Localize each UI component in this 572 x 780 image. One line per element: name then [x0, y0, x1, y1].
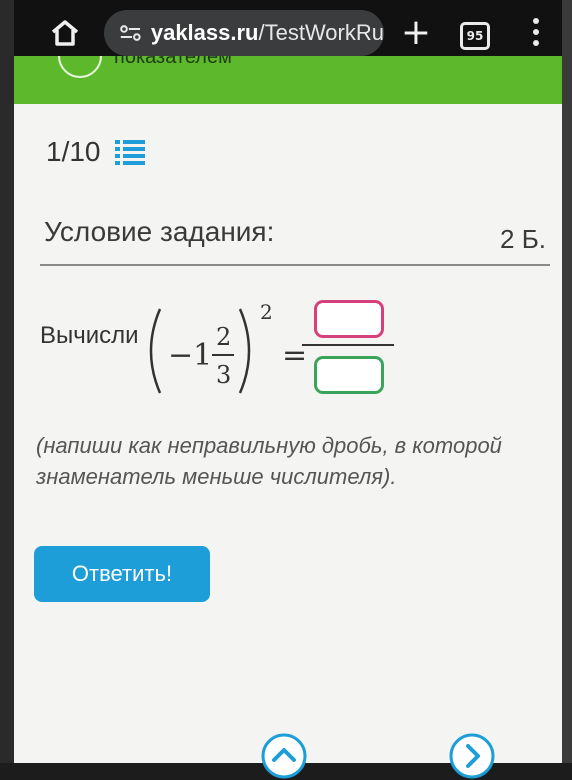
url-path: /TestWorkRu [258, 20, 384, 45]
right-paren [238, 308, 251, 394]
chevron-up-icon[interactable] [260, 732, 308, 780]
heading-divider [40, 264, 550, 266]
formula-numerator: 2 [216, 323, 231, 351]
task-counter: 1/10 [46, 136, 145, 168]
list-icon[interactable] [114, 139, 145, 165]
banner-circle-icon [58, 56, 102, 78]
plus-icon[interactable]: + [398, 15, 434, 52]
more-vert-icon[interactable] [530, 18, 542, 50]
device-bezel-left [0, 0, 14, 763]
chevron-right-icon[interactable] [448, 732, 496, 780]
formula-exponent: 2 [260, 300, 273, 324]
answer-fraction-bar [302, 344, 394, 346]
formula-whole-part: −1 [168, 338, 212, 373]
home-icon[interactable] [50, 18, 80, 48]
tab-switcher-icon[interactable]: 95 [460, 22, 490, 50]
banner-text: показателем [114, 56, 232, 68]
theme-banner: показателем [14, 56, 562, 104]
address-bar[interactable]: yaklass.ru/TestWorkRu [104, 10, 384, 56]
numerator-input[interactable] [314, 300, 384, 338]
task-points: 2 Б. [500, 224, 546, 254]
page-content: показателем 1/10 Условие задания: 2 Б. В… [14, 56, 562, 779]
task-counter-text: 1/10 [46, 136, 101, 167]
site-settings-icon[interactable] [120, 23, 141, 43]
denominator-input[interactable] [314, 356, 384, 394]
url-text: yaklass.ru/TestWorkRu [151, 20, 384, 46]
task-heading: Условие задания: [44, 216, 275, 247]
task-prompt: Вычисли [40, 322, 139, 349]
formula-denominator: 3 [216, 361, 231, 389]
device-bezel-right [562, 0, 572, 763]
left-paren [149, 308, 162, 394]
task-hint: (напиши как неправильную дробь, в которо… [36, 433, 502, 489]
submit-button[interactable]: Ответить! [34, 546, 210, 602]
url-domain: yaklass.ru [150, 20, 259, 45]
